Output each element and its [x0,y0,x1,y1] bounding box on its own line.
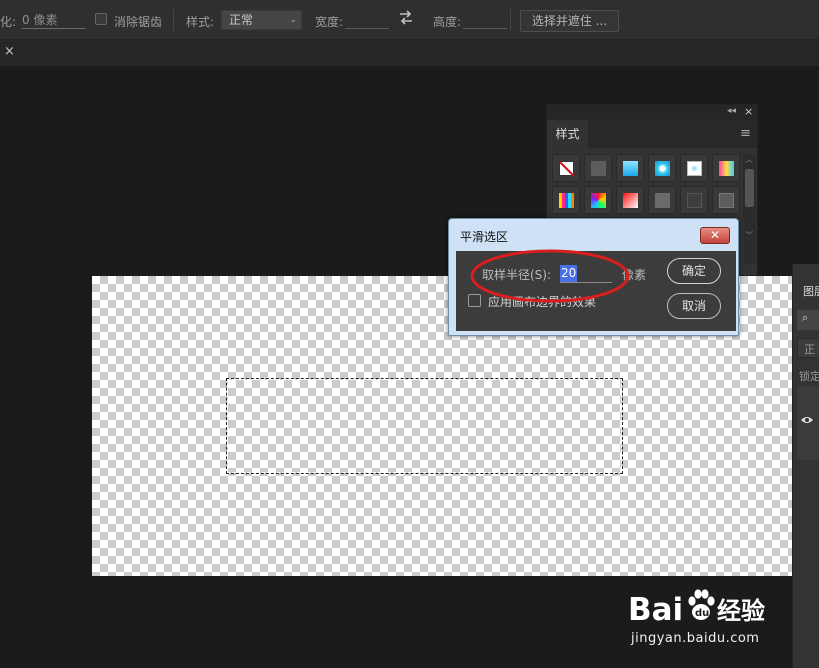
style-swatch[interactable] [616,154,644,182]
select-and-mask-button[interactable]: 选择并遮住 ... [520,10,619,32]
height-input[interactable] [463,12,507,29]
style-swatch[interactable] [648,154,676,182]
ok-button[interactable]: 确定 [667,258,721,284]
menu-icon[interactable]: ≡ [740,126,751,141]
antialias-label: 消除锯齿 [114,15,163,29]
close-icon[interactable]: ✕ [700,227,730,244]
cancel-button[interactable]: 取消 [667,293,721,319]
search-icon[interactable]: ⌕ [802,311,808,325]
photoshop-window: 化: 0 像素 消除锯齿 样式: 正常 ⌄ 宽度: 高度: 选择并遮住 ... … [0,0,819,668]
chevron-up-icon[interactable]: ︿ [745,154,753,165]
width-input[interactable] [345,12,389,29]
style-swatch[interactable] [680,186,708,214]
no-style-icon [559,161,574,176]
chevron-down-icon: ⌄ [289,15,297,25]
watermark-paw-text: du [695,608,709,619]
style-swatch[interactable] [584,186,612,214]
style-swatch[interactable] [648,186,676,214]
watermark-logo-text: Bai [628,592,683,628]
style-swatch[interactable] [616,186,644,214]
lock-label: 锁定 [799,370,819,383]
feather-label: 化: [0,15,17,29]
eye-icon[interactable] [801,414,813,429]
scrollbar-thumb[interactable] [745,169,754,207]
watermark-url: jingyan.baidu.com [631,631,760,646]
annotation-ellipse [470,249,630,303]
document-tab-strip: × [0,40,819,67]
style-swatch[interactable] [552,186,580,214]
toolbar-divider [173,9,174,31]
style-label: 样式: [186,15,215,29]
panel-scrollbar[interactable]: ︿ ﹀ [743,154,756,264]
height-label: 高度: [433,15,462,29]
panel-tabbar: 样式 ≡ [547,120,757,148]
collapse-icon[interactable]: ◂◂ [727,106,736,116]
style-select[interactable]: 正常 ⌄ [221,10,302,30]
watermark-cn-text: 经验 [717,597,765,625]
blend-mode-value: 正 [804,343,815,356]
style-swatch[interactable] [712,154,740,182]
close-icon[interactable]: × [744,105,753,118]
chevron-down-icon[interactable]: ﹀ [745,230,753,241]
paw-icon: du [688,589,715,620]
antialias-checkbox[interactable] [95,13,107,25]
style-swatch-none[interactable] [552,154,580,182]
style-swatch[interactable] [712,186,740,214]
tab-styles[interactable]: 样式 [547,120,588,148]
dialog-title: 平滑选区 [460,230,509,244]
toolbar-divider [510,9,511,31]
selection-marquee [226,378,623,474]
layers-panel: 图层 ⌕ 正 锁定 [792,264,819,668]
swap-icon[interactable] [398,9,414,29]
width-label: 宽度: [315,15,344,29]
options-bar: 化: 0 像素 消除锯齿 样式: 正常 ⌄ 宽度: 高度: 选择并遮住 ... [0,0,819,40]
style-swatch[interactable] [680,154,708,182]
close-icon[interactable]: × [4,45,18,59]
tab-layers[interactable]: 图层 [803,283,819,299]
style-select-value: 正常 [229,13,254,27]
panel-header: ◂◂ × [547,105,757,120]
style-swatch[interactable] [584,154,612,182]
feather-input[interactable]: 0 像素 [22,12,86,29]
